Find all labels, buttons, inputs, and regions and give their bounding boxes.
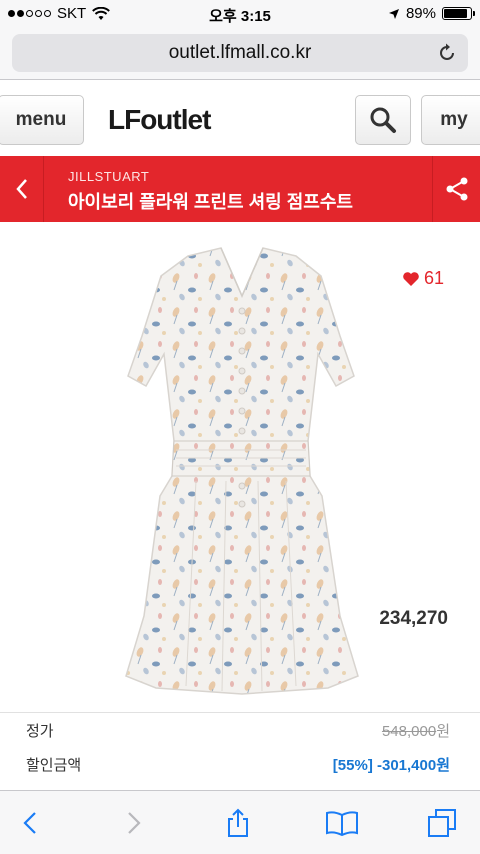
discount-value: [55%] -301,400원 xyxy=(332,756,450,774)
share-button[interactable] xyxy=(432,156,480,222)
product-image[interactable] xyxy=(96,236,386,702)
battery-icon xyxy=(442,7,475,20)
heart-icon xyxy=(403,271,419,286)
chevron-right-icon xyxy=(128,812,141,834)
like-button[interactable]: 61 xyxy=(402,268,444,289)
original-price-value: 548,000원 xyxy=(382,720,450,741)
back-button[interactable] xyxy=(0,156,44,222)
menu-button[interactable]: menu xyxy=(0,95,84,145)
discount-row: 할인금액 [55%] -301,400원 xyxy=(0,747,480,781)
tabs-button[interactable] xyxy=(424,805,460,841)
browser-address-area: outlet.lfmall.co.kr xyxy=(0,28,480,80)
menu-button-label: menu xyxy=(15,109,67,130)
share-sheet-icon xyxy=(228,808,248,837)
battery-percent: 89% xyxy=(405,5,436,22)
browser-share-button[interactable] xyxy=(220,805,256,841)
status-bar: SKT 오후 3:15 89% xyxy=(0,0,480,28)
bookmarks-button[interactable] xyxy=(324,805,360,841)
product-title-bar: JILLSTUART 아이보리 플라워 프린트 셔링 점프수트 xyxy=(0,156,480,222)
address-bar[interactable]: outlet.lfmall.co.kr xyxy=(12,34,468,72)
browser-forward-button[interactable] xyxy=(116,805,152,841)
status-right: 89% xyxy=(388,5,475,22)
original-price-amount: 548,000 xyxy=(381,722,437,740)
original-price-row: 정가 548,000원 xyxy=(0,713,480,747)
book-icon xyxy=(326,811,358,836)
chevron-left-icon xyxy=(15,179,27,199)
sale-price: 234,270 xyxy=(379,608,448,629)
search-icon xyxy=(370,107,396,133)
location-arrow-icon xyxy=(388,8,399,19)
brand-name: JILLSTUART xyxy=(68,169,150,184)
browser-back-button[interactable] xyxy=(12,805,48,841)
my-button-label: my xyxy=(440,109,468,130)
price-details: 정가 548,000원 할인금액 [55%] -301,400원 xyxy=(0,712,480,781)
site-logo[interactable]: LFoutlet xyxy=(108,104,211,136)
browser-toolbar xyxy=(0,790,480,854)
site-header: menu LFoutlet my xyxy=(0,80,480,156)
my-button[interactable]: my xyxy=(421,95,480,145)
share-icon xyxy=(446,177,467,201)
original-price-unit: 원 xyxy=(436,722,450,740)
product-title: 아이보리 플라워 프린트 셔링 점프수트 xyxy=(68,192,353,212)
chevron-left-icon xyxy=(23,812,36,834)
url-text: outlet.lfmall.co.kr xyxy=(168,42,312,63)
product-area: 61 234,270 xyxy=(0,222,480,712)
search-button[interactable] xyxy=(355,95,411,145)
like-count: 61 xyxy=(423,268,444,288)
reload-icon[interactable] xyxy=(436,42,458,64)
discount-label: 할인금액 xyxy=(26,756,82,774)
original-price-label: 정가 xyxy=(26,722,54,740)
tabs-icon xyxy=(428,809,456,837)
